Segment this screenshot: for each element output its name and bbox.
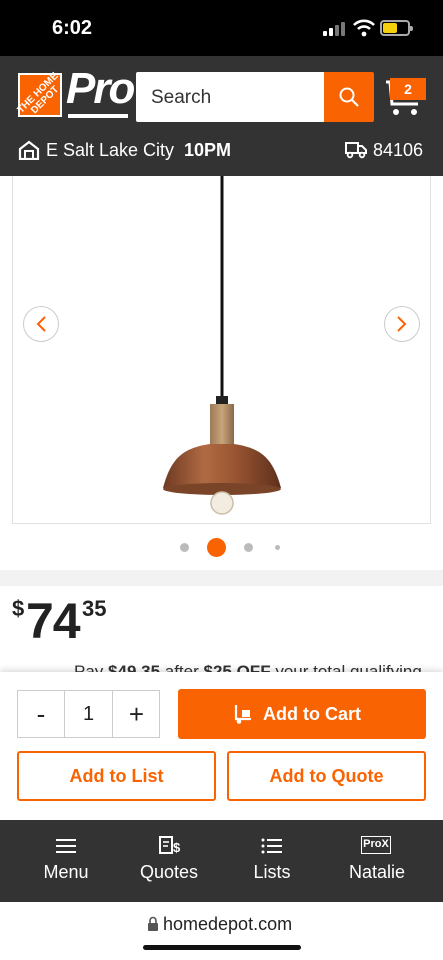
bottom-nav: Menu $ Quotes Lists ProX Natalie: [0, 820, 443, 902]
search-button[interactable]: [324, 72, 374, 122]
pro-brand-text: Pro: [66, 64, 135, 113]
prox-icon: ProX: [361, 836, 391, 854]
carousel-dot[interactable]: [244, 543, 253, 552]
lock-icon: [148, 916, 158, 931]
quantity-increment-button[interactable]: +: [113, 691, 160, 737]
nav-item-lists[interactable]: Lists: [222, 820, 322, 902]
carousel-prev-button[interactable]: [23, 306, 59, 342]
price-card: $ 74 35 Pay $49.35 after $25 OFF your to…: [0, 586, 443, 672]
promo-text[interactable]: Pay $49.35 after $25 OFF your total qual…: [74, 662, 422, 672]
quantity-input[interactable]: 1: [64, 691, 113, 737]
home-indicator[interactable]: [143, 945, 301, 950]
nav-item-menu[interactable]: Menu: [16, 820, 116, 902]
product-image-card: [0, 176, 443, 570]
cellular-signal-icon: [323, 22, 345, 36]
menu-icon: [52, 836, 80, 860]
list-icon: [261, 838, 282, 854]
store-row[interactable]: E Salt Lake City 10PM 84106: [0, 128, 443, 172]
product-content: $ 74 35 Pay $49.35 after $25 OFF your to…: [0, 176, 443, 672]
carousel-dot-active[interactable]: [207, 538, 226, 557]
svg-text:$: $: [173, 840, 181, 855]
status-time: 6:02: [52, 17, 93, 39]
pro-underline: [68, 114, 128, 118]
quotes-icon: $: [159, 836, 181, 855]
chevron-right-icon: [397, 316, 407, 332]
search-input[interactable]: Search: [136, 72, 326, 122]
wifi-icon: [353, 19, 375, 37]
add-to-cart-button[interactable]: Add to Cart: [178, 689, 426, 739]
carousel-dot[interactable]: [275, 545, 280, 550]
status-bar: 6:02: [0, 0, 443, 56]
battery-icon: [380, 20, 413, 36]
nav-item-account[interactable]: ProX Natalie: [327, 820, 427, 902]
browser-url-bar[interactable]: homedepot.com: [0, 902, 443, 960]
store-hours: 10PM: [184, 140, 232, 160]
truck-icon: [345, 142, 367, 159]
search-placeholder: Search: [151, 87, 212, 108]
add-to-list-button[interactable]: Add to List: [17, 751, 216, 801]
nav-item-quotes[interactable]: $ Quotes: [119, 820, 219, 902]
carousel-dot[interactable]: [180, 543, 189, 552]
dolly-icon: [234, 705, 251, 724]
nav-item-label: Natalie: [348, 862, 406, 882]
carousel-next-button[interactable]: [384, 306, 420, 342]
delivery-zip: 84106: [373, 140, 424, 160]
pendant-lamp-image: [163, 176, 281, 515]
product-image[interactable]: [12, 176, 431, 524]
quantity-decrement-button[interactable]: -: [18, 691, 64, 737]
quantity-stepper: - 1 +: [17, 690, 160, 738]
add-to-cart-label: Add to Cart: [263, 704, 361, 724]
chevron-left-icon: [36, 316, 46, 332]
home-depot-logo[interactable]: THE HOME DEPOT: [16, 71, 62, 117]
store-icon: [18, 140, 40, 160]
add-to-quote-button[interactable]: Add to Quote: [227, 751, 426, 801]
nav-item-label: Quotes: [139, 862, 199, 882]
nav-item-label: Menu: [43, 862, 89, 882]
price-dollar-sign: $: [12, 596, 25, 621]
purchase-action-bar: - 1 + Add to Cart Add to List Add to Quo…: [0, 672, 443, 820]
price-whole: 74: [26, 593, 81, 649]
cart-count-badge[interactable]: 2: [390, 78, 426, 100]
browser-url: homedepot.com: [163, 914, 293, 934]
price-cents: 35: [82, 596, 107, 621]
search-icon: [339, 87, 359, 107]
store-name: E Salt Lake City: [46, 140, 175, 160]
carousel-dots: [0, 538, 443, 558]
nav-item-label: Lists: [253, 862, 291, 882]
